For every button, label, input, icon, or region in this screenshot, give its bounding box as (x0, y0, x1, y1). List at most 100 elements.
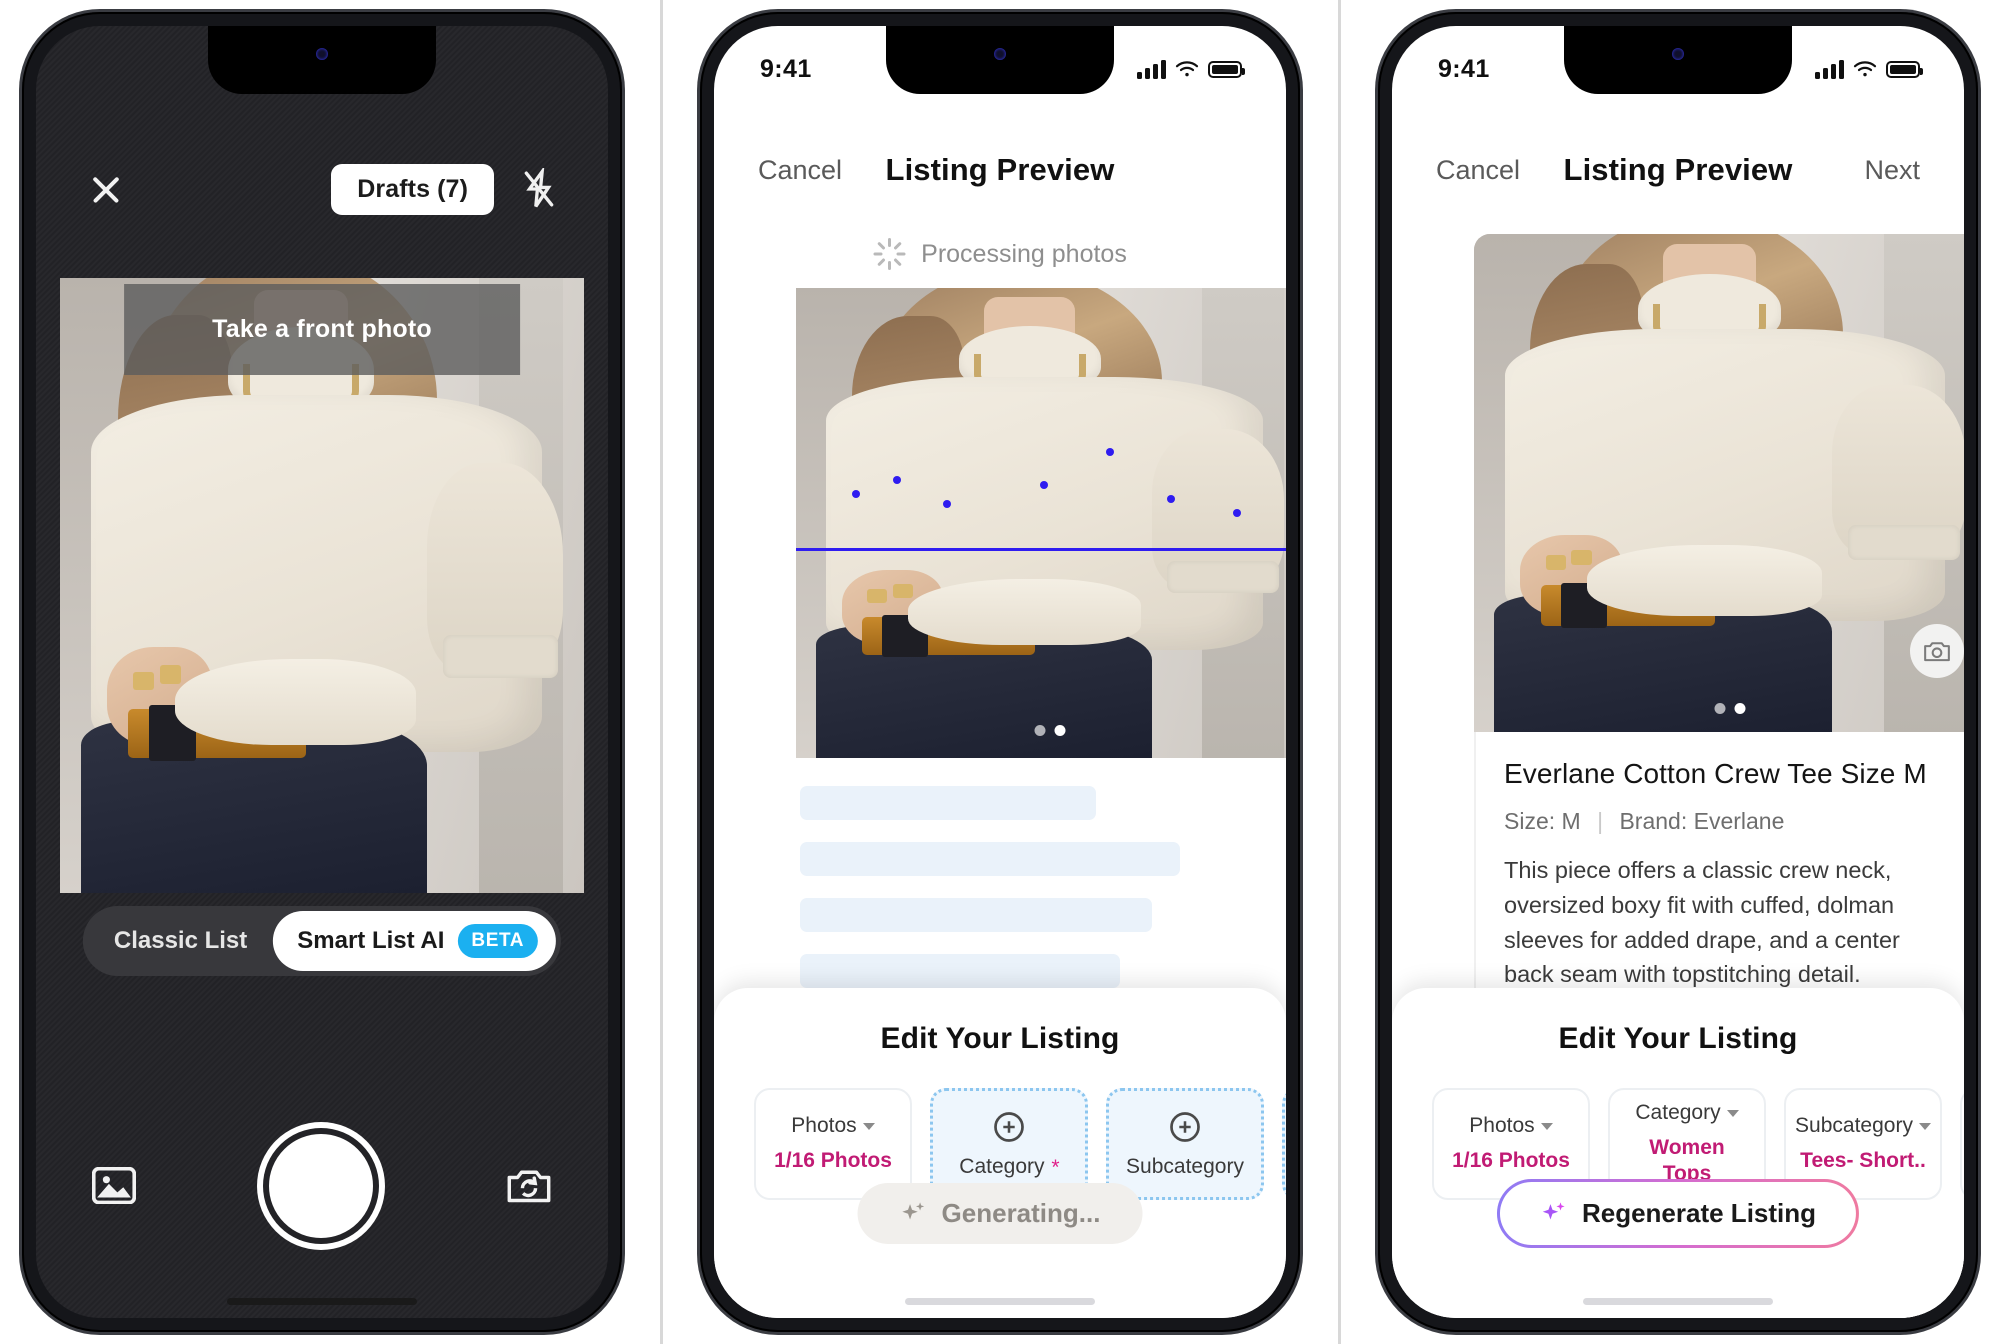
listing-meta: Size: M | Brand: Everlane (1504, 808, 1956, 835)
notch (208, 26, 436, 94)
ai-scan-line (796, 548, 1286, 551)
camera-icon[interactable] (1910, 624, 1964, 678)
chevron-down-icon (1918, 1122, 1931, 1130)
chip-subcategory[interactable]: Subcategory (1106, 1088, 1264, 1200)
required-indicator: * (1050, 1155, 1059, 1179)
chip-brand-partial[interactable]: B (1282, 1088, 1286, 1200)
sheet-title: Edit Your Listing (1558, 1022, 1798, 1055)
status-time: 9:41 (760, 54, 812, 83)
wifi-icon (1853, 60, 1877, 78)
camera-top-bar: Drafts (7) (36, 154, 608, 224)
chip-subcategory-value: Tees- Short.. (1800, 1149, 1926, 1173)
photo-preview[interactable] (796, 288, 1286, 758)
processing-text: Processing photos (921, 239, 1127, 268)
photo-pager-dots[interactable] (1034, 725, 1066, 736)
sparkle-icon (1540, 1200, 1568, 1228)
three-phone-showcase: Drafts (7) Take a front photo Classic Li… (0, 0, 2000, 1344)
camera-top-actions: Drafts (7) (331, 163, 558, 215)
listing-preview-processing-screen: 9:41 Cancel Listing Preview . (714, 26, 1286, 1318)
status-icons (1137, 59, 1245, 79)
camera-screen: Drafts (7) Take a front photo Classic Li… (36, 26, 608, 1318)
phone-3-generated-listing: 9:41 Cancel Listing Preview Next Everlan… (1378, 12, 1978, 1332)
listing-photo-card[interactable] (1474, 234, 1964, 736)
chip-photos-value: 1/16 Photos (1452, 1149, 1570, 1173)
sheet-title: Edit Your Listing (880, 1022, 1120, 1055)
listing-brand: Brand: Everlane (1619, 808, 1785, 834)
listing-preview-result-screen: 9:41 Cancel Listing Preview Next Everlan… (1392, 26, 1964, 1318)
skeleton-line (800, 786, 1096, 820)
skeleton-line (800, 842, 1180, 876)
camera-controls (36, 1126, 608, 1246)
processing-status: Processing photos (714, 238, 1286, 270)
flash-off-icon[interactable] (520, 168, 558, 210)
loading-skeleton (714, 786, 1286, 1010)
phone-1-camera: Drafts (7) Take a front photo Classic Li… (22, 12, 622, 1332)
notch (1564, 26, 1792, 94)
camera-flip-icon[interactable] (506, 1166, 552, 1206)
listing-description: This piece offers a classic crew neck, o… (1504, 857, 1900, 988)
chevron-down-icon (1540, 1122, 1553, 1130)
page-title: Listing Preview (1563, 152, 1793, 187)
spinner-icon (873, 238, 906, 270)
nav-bar: Cancel Listing Preview Next (1392, 152, 1964, 188)
plus-circle-icon (991, 1109, 1027, 1145)
pager-dot-active (1054, 725, 1066, 736)
pager-dot (1714, 703, 1726, 714)
wifi-icon (1175, 60, 1199, 78)
home-indicator (905, 1298, 1095, 1305)
chip-category-label: Category (1635, 1101, 1739, 1125)
edit-listing-sheet: Edit Your Listing Photos 1/16 Photos Cat… (1392, 988, 1964, 1318)
camera-hint-overlay: Take a front photo (124, 284, 520, 375)
regenerate-listing-button[interactable]: Regenerate Listing (1497, 1179, 1859, 1248)
chip-photos-label: Photos (791, 1114, 875, 1138)
chevron-down-icon (862, 1122, 875, 1130)
cancel-button[interactable]: Cancel (1436, 155, 1528, 186)
chevron-down-icon (1726, 1109, 1739, 1117)
panel-divider-1 (659, 0, 663, 1344)
nav-bar: Cancel Listing Preview . (714, 152, 1286, 188)
gallery-icon[interactable] (91, 1166, 137, 1205)
chip-category-label: Category * (959, 1155, 1059, 1179)
close-icon[interactable] (86, 169, 126, 209)
beta-badge: BETA (457, 924, 539, 958)
list-mode-toggle[interactable]: Classic List Smart List AI BETA (82, 906, 562, 976)
status-icons (1815, 59, 1923, 79)
listing-photo (1474, 234, 1964, 736)
edit-listing-sheet: Edit Your Listing Photos 1/16 Photos Cat… (714, 988, 1286, 1318)
next-button[interactable]: Next (1828, 155, 1920, 186)
page-title: Listing Preview (885, 152, 1115, 187)
pager-dot (1034, 725, 1046, 736)
home-indicator (1583, 1298, 1773, 1305)
chip-photos-label: Photos (1469, 1114, 1553, 1138)
chip-subcategory-label: Subcategory (1126, 1155, 1244, 1178)
regenerate-label: Regenerate Listing (1581, 1198, 1817, 1228)
listing-size: Size: M (1504, 808, 1581, 834)
plus-circle-icon (1167, 1109, 1203, 1145)
battery-icon (1886, 60, 1923, 78)
skeleton-line (800, 898, 1152, 932)
pager-dot-active (1734, 703, 1746, 714)
mode-smart-list-ai[interactable]: Smart List AI BETA (273, 911, 557, 971)
meta-separator: | (1597, 808, 1604, 834)
status-time: 9:41 (1438, 54, 1490, 83)
shutter-button[interactable] (269, 1134, 373, 1238)
cancel-button[interactable]: Cancel (758, 155, 850, 186)
home-indicator (227, 1298, 417, 1305)
drafts-button[interactable]: Drafts (7) (331, 163, 494, 215)
listing-title: Everlane Cotton Crew Tee Size M (1504, 758, 1927, 789)
mode-smart-list-label: Smart List AI (297, 927, 445, 954)
phone-2-processing: 9:41 Cancel Listing Preview . (700, 12, 1300, 1332)
ai-scan-points (796, 288, 1286, 758)
photo-pager-dots[interactable] (1714, 703, 1746, 714)
battery-icon (1208, 60, 1245, 78)
sparkle-icon (900, 1200, 928, 1228)
generating-button[interactable]: Generating... (857, 1183, 1143, 1244)
mode-classic-list[interactable]: Classic List (88, 914, 273, 968)
cellular-signal-icon (1815, 59, 1844, 79)
chip-subcategory-label: Subcategory (1795, 1114, 1931, 1138)
cellular-signal-icon (1137, 59, 1166, 79)
notch (886, 26, 1114, 94)
skeleton-line (800, 954, 1120, 988)
generating-label: Generating... (941, 1198, 1101, 1228)
chip-brand[interactable]: Bra Eve (1960, 1088, 1964, 1200)
